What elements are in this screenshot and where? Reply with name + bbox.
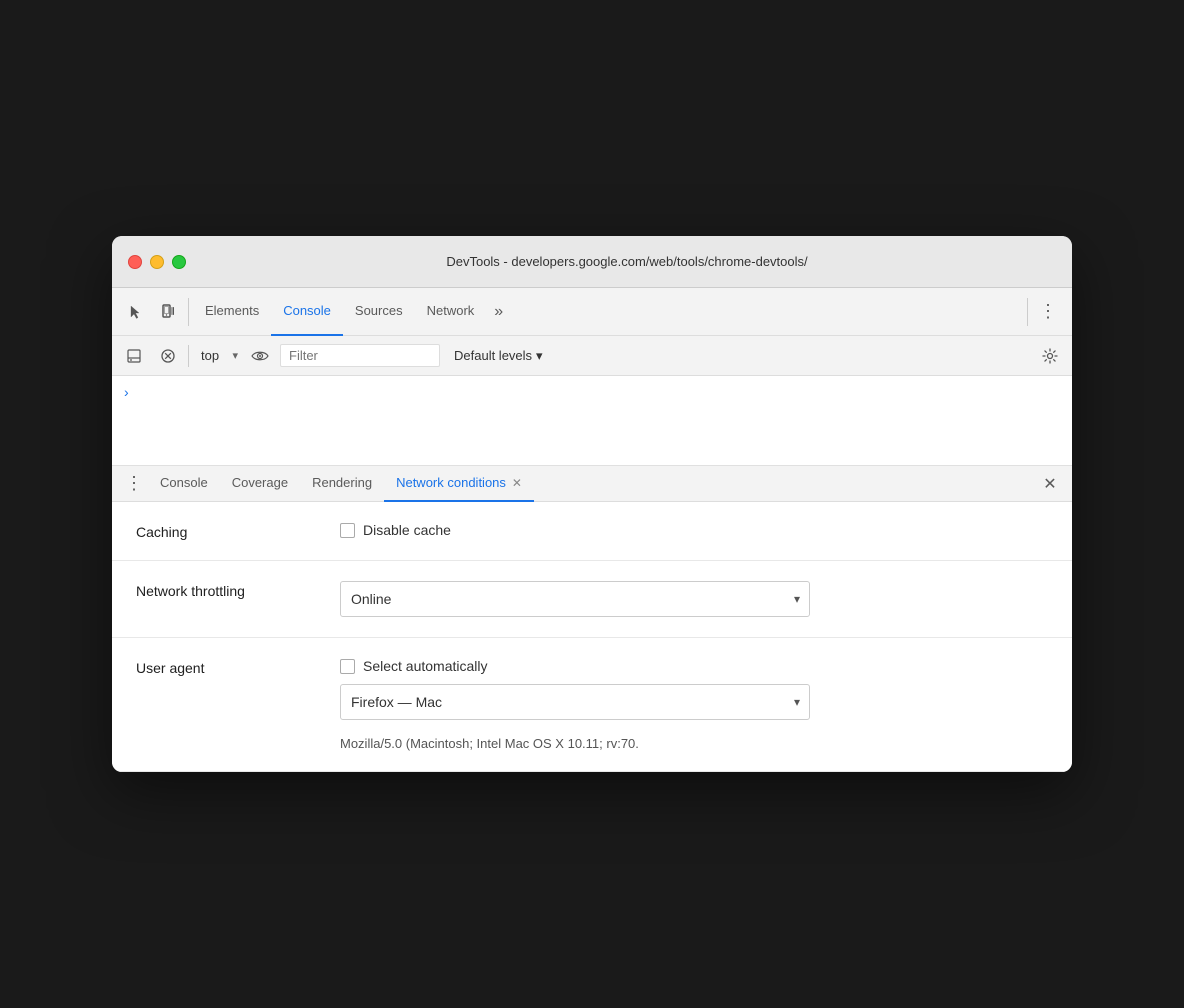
tab-separator-right — [1027, 298, 1028, 326]
throttling-select[interactable]: Online Fast 3G Slow 3G Offline Custom... — [340, 581, 810, 617]
show-drawer-icon[interactable] — [120, 342, 148, 370]
more-tabs-button[interactable]: » — [486, 288, 511, 336]
ua-select-wrapper: Firefox — Mac Chrome — Mac Safari — Mac … — [340, 684, 810, 720]
ua-string-text: Mozilla/5.0 (Macintosh; Intel Mac OS X 1… — [340, 736, 810, 751]
console-content: › — [112, 376, 1072, 466]
throttling-section: Network throttling Online Fast 3G Slow 3… — [112, 561, 1072, 638]
user-agent-section: User agent Select automatically Firefox … — [112, 638, 1072, 772]
disable-cache-label: Disable cache — [363, 522, 451, 538]
throttling-label: Network throttling — [136, 581, 316, 599]
drawer-more-button[interactable]: ⋮ — [120, 470, 148, 498]
select-auto-label: Select automatically — [363, 658, 488, 674]
drawer-tab-coverage[interactable]: Coverage — [220, 466, 300, 502]
tab-sources[interactable]: Sources — [343, 288, 415, 336]
eye-icon[interactable] — [246, 342, 274, 370]
drawer-close-button[interactable]: ✕ — [1036, 470, 1064, 498]
caching-label: Caching — [136, 522, 316, 540]
disable-cache-row: Disable cache — [340, 522, 451, 538]
tab-separator — [188, 298, 189, 326]
drawer-tab-close-icon[interactable]: ✕ — [512, 476, 522, 490]
select-auto-row: Select automatically — [340, 658, 810, 674]
settings-gear-icon[interactable] — [1036, 342, 1064, 370]
devtools-tabs-bar: Elements Console Sources Network » ⋮ — [112, 288, 1072, 336]
toolbar-separator — [188, 345, 189, 367]
tab-console[interactable]: Console — [271, 288, 343, 336]
context-select-input[interactable]: top — [195, 346, 240, 365]
devtools-window: DevTools - developers.google.com/web/too… — [112, 236, 1072, 772]
caching-section: Caching Disable cache — [112, 502, 1072, 561]
console-prompt-icon[interactable]: › — [124, 384, 129, 400]
throttling-control: Online Fast 3G Slow 3G Offline Custom...… — [340, 581, 810, 617]
select-auto-checkbox[interactable] — [340, 659, 355, 674]
tab-elements[interactable]: Elements — [193, 288, 271, 336]
clear-console-icon[interactable] — [154, 342, 182, 370]
minimize-button[interactable] — [150, 255, 164, 269]
tab-network[interactable]: Network — [415, 288, 487, 336]
filter-input[interactable] — [280, 344, 440, 367]
drawer-tabs-bar: ⋮ Console Coverage Rendering Network con… — [112, 466, 1072, 502]
cursor-icon[interactable] — [120, 296, 152, 328]
throttling-select-wrapper: Online Fast 3G Slow 3G Offline Custom...… — [340, 581, 810, 617]
context-selector[interactable]: top ▾ — [195, 346, 240, 365]
user-agent-label: User agent — [136, 658, 316, 676]
close-button[interactable] — [128, 255, 142, 269]
default-levels-button[interactable]: Default levels ▾ — [446, 345, 551, 367]
console-toolbar: top ▾ Default levels ▾ — [112, 336, 1072, 376]
drawer-tab-network-conditions[interactable]: Network conditions ✕ — [384, 466, 534, 502]
network-conditions-panel: Caching Disable cache Network throttling… — [112, 502, 1072, 772]
user-agent-control: Select automatically Firefox — Mac Chrom… — [340, 658, 810, 751]
disable-cache-checkbox[interactable] — [340, 523, 355, 538]
caching-control: Disable cache — [340, 522, 451, 538]
window-title: DevTools - developers.google.com/web/too… — [198, 254, 1056, 269]
mobile-icon[interactable] — [152, 296, 184, 328]
titlebar: DevTools - developers.google.com/web/too… — [112, 236, 1072, 288]
devtools-menu-button[interactable]: ⋮ — [1032, 296, 1064, 328]
maximize-button[interactable] — [172, 255, 186, 269]
ua-select[interactable]: Firefox — Mac Chrome — Mac Safari — Mac … — [340, 684, 810, 720]
traffic-lights — [128, 255, 186, 269]
drawer-tab-rendering[interactable]: Rendering — [300, 466, 384, 502]
drawer-tab-console[interactable]: Console — [148, 466, 220, 502]
